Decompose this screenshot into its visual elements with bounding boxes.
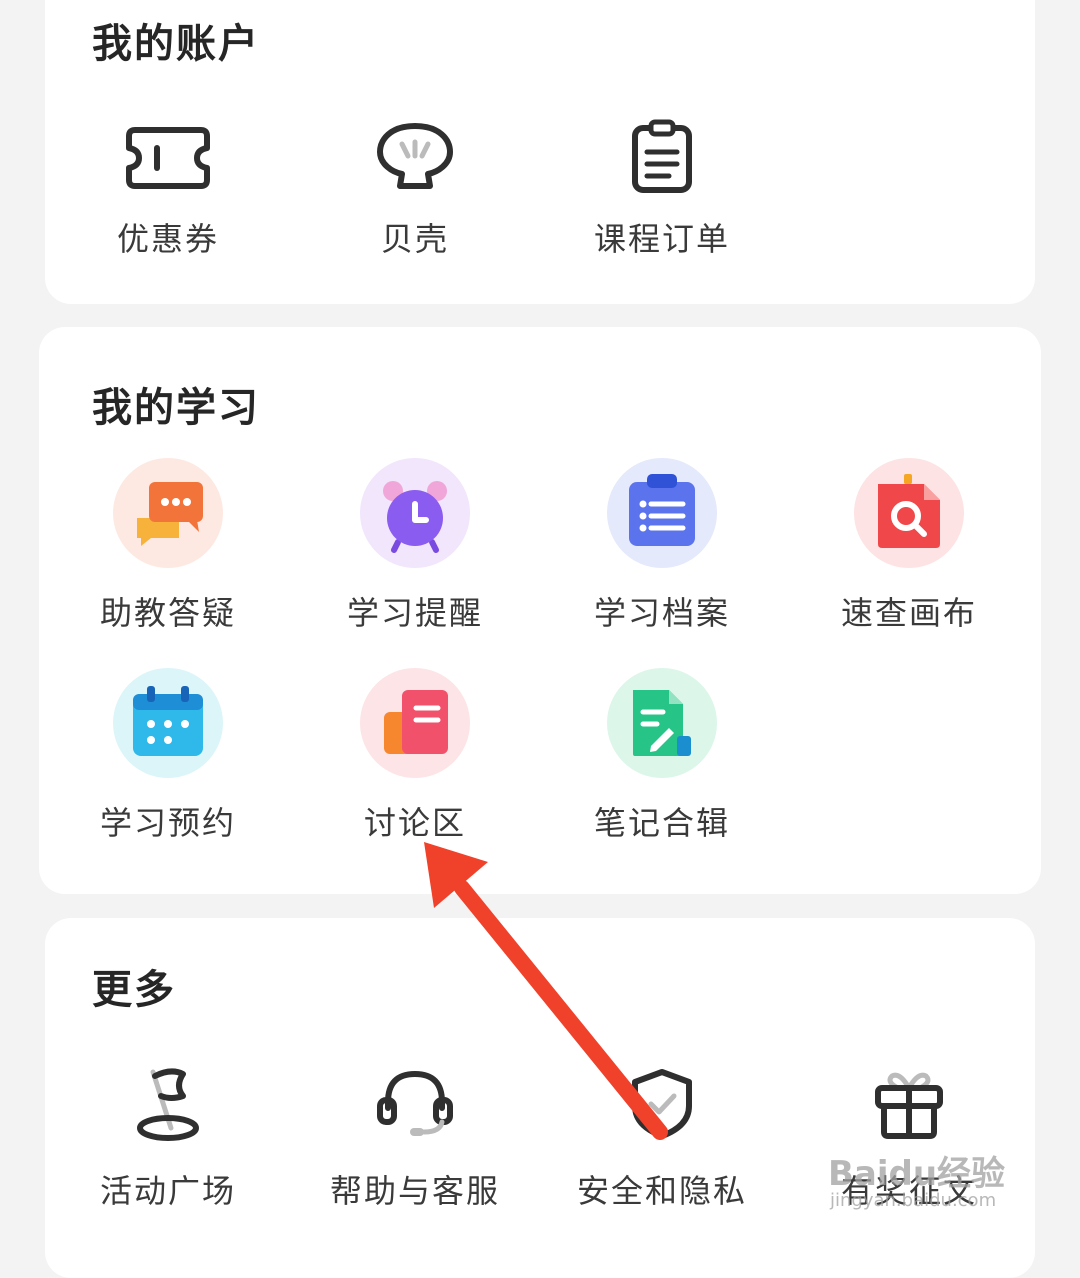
watermark-brand: Baidu经验 (828, 1154, 1006, 1194)
shell-icon (360, 118, 470, 196)
security-privacy-item[interactable]: 安全和隐私 (547, 1066, 777, 1212)
study-booking-label: 学习预约 (99, 804, 236, 842)
study-booking-item[interactable]: 学习预约 (53, 668, 283, 844)
clipboard-list-icon (607, 458, 717, 568)
study-reminder-item[interactable]: 学习提醒 (300, 458, 530, 634)
shell-item[interactable]: 贝壳 (300, 118, 530, 260)
help-service-item[interactable]: 帮助与客服 (300, 1066, 530, 1212)
quick-canvas-item[interactable]: 速查画布 (794, 458, 1024, 634)
notes-collection-item[interactable]: 笔记合辑 (547, 668, 777, 844)
ta-qa-item[interactable]: 助教答疑 (53, 458, 283, 634)
headset-icon (360, 1066, 470, 1142)
quick-canvas-label: 速查画布 (840, 594, 977, 632)
study-reminder-label: 学习提醒 (346, 594, 483, 632)
shield-check-icon (607, 1066, 717, 1142)
coupon-item[interactable]: 优惠券 (53, 120, 283, 260)
watermark-url: jingyan.baidu.com (830, 1190, 997, 1211)
course-order-item[interactable]: 课程订单 (547, 118, 777, 260)
coupon-label: 优惠券 (116, 220, 219, 258)
shell-label: 贝壳 (380, 220, 449, 258)
calendar-icon (113, 668, 223, 778)
security-privacy-label: 安全和隐私 (576, 1172, 747, 1210)
gift-icon (854, 1066, 964, 1142)
discussion-cards-icon (360, 668, 470, 778)
search-document-icon (854, 458, 964, 568)
study-archive-item[interactable]: 学习档案 (547, 458, 777, 634)
activity-plaza-label: 活动广场 (99, 1172, 236, 1210)
activity-plaza-item[interactable]: 活动广场 (53, 1066, 283, 1212)
account-section-title: 我的账户 (92, 21, 260, 67)
note-edit-icon (607, 668, 717, 778)
course-order-label: 课程订单 (593, 220, 730, 258)
help-service-label: 帮助与客服 (329, 1172, 500, 1210)
chat-bubbles-icon (113, 458, 223, 568)
notes-collection-label: 笔记合辑 (593, 804, 730, 842)
discussion-label: 讨论区 (363, 804, 466, 842)
more-section-title: 更多 (92, 967, 176, 1013)
coupon-icon (113, 120, 223, 196)
study-section-title: 我的学习 (92, 385, 260, 431)
study-archive-label: 学习档案 (593, 594, 730, 632)
discussion-item[interactable]: 讨论区 (300, 668, 530, 844)
ta-qa-label: 助教答疑 (99, 594, 236, 632)
order-clipboard-icon (607, 118, 717, 196)
flag-icon (113, 1066, 223, 1142)
alarm-clock-icon (360, 458, 470, 568)
